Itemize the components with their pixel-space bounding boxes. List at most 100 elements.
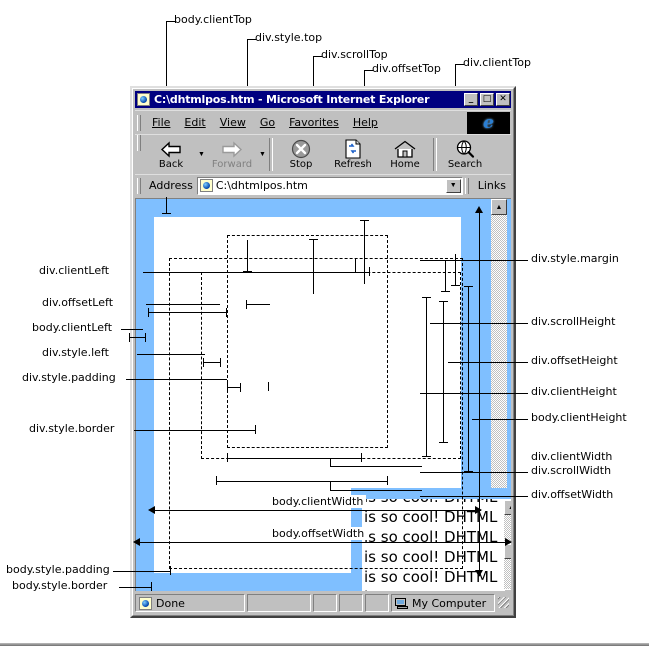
navigation-toolbar[interactable]: Back ▼ Forward ▼ Stop Refresh Home Searc… [135,134,511,174]
cap-div-clientwidth-a [227,453,228,462]
annotation-body-style-padding: body.style.padding [6,563,110,576]
leader-div-clientleft-2 [227,272,327,273]
annotation-div-style-margin: div.style.margin [531,252,619,265]
address-gripper[interactable] [137,177,141,194]
arrow-body-offsetwidth-right [505,538,512,546]
cap-div-style-left-b [220,358,221,367]
arrow-body-clientheight-up [475,206,483,213]
leader-div-clientleft-3 [327,272,369,273]
leader-body-clientheight [472,419,528,420]
leader-div-clienttop-elbow [455,64,464,65]
scroll-up-icon[interactable]: ▲ [491,199,507,215]
menu-item-file[interactable]: File [145,114,177,131]
status-panel-4 [365,594,389,612]
magnifier-globe-icon [455,139,475,159]
measure-div-style-left [203,362,220,363]
forward-history-caret-icon[interactable]: ▼ [258,135,267,174]
toolbar-forward-label: Forward [211,159,253,170]
close-button[interactable]: ✕ [496,93,510,106]
div-content-area: is so cool! DHTML is so cool! DHTML is s… [362,499,511,591]
cap-div-style-border [255,425,256,434]
measure-div-offsetwidth-h [216,481,388,482]
address-value: C:\dhtmlpos.htm [215,179,308,192]
chevron-down-icon[interactable]: ▼ [445,178,461,193]
arrow-body-clientwidth-right [475,506,482,514]
toolbar-search-button[interactable]: Search [439,135,491,174]
cap-div-offsetwidth-b [387,476,388,485]
leader-body-clientleft [121,329,143,330]
div-scroll-down-icon[interactable]: ▼ [504,589,511,591]
cap-div-clientheight-a [422,297,431,298]
status-text-panel: Done [135,594,245,612]
menu-item-edit[interactable]: Edit [177,114,212,131]
window-title: C:\dhtmlpos.htm - Microsoft Internet Exp… [154,93,430,106]
toolbar-separator-2 [433,138,437,171]
annotation-body-offsetwidth: body.offsetWidth [269,527,368,540]
measure-body-clientheight-v [479,208,480,576]
cap-div-clientleft-a [355,258,356,272]
window-controls[interactable]: _ □ ✕ [464,93,510,106]
leader-div-style-border [134,430,255,431]
address-input[interactable]: C:\dhtmlpos.htm ▼ [196,176,463,195]
annotation-div-style-top: div.style.top [255,31,323,44]
toolbar-refresh-label: Refresh [334,159,372,170]
menu-item-favorites[interactable]: Favorites [282,114,346,131]
left-arrow-icon [159,139,183,159]
resize-grip-icon[interactable] [497,596,511,610]
menu-item-help[interactable]: Help [346,114,385,131]
links-button[interactable]: Links [473,179,511,192]
annotation-div-scrolltop: div.scrollTop [321,48,388,61]
measure-div-clientheight-v [426,297,427,457]
security-zone-text: My Computer [412,596,487,610]
toolbar-back-button[interactable]: Back [145,135,197,174]
maximize-button[interactable]: □ [480,93,494,106]
leader-div-offsettop-elbow [364,70,373,71]
leader-body-style-padding [113,571,171,572]
annotation-div-offsetleft: div.offsetLeft [42,296,114,309]
refresh-page-icon [344,139,362,159]
toolbar-forward-button[interactable]: Forward [206,135,258,174]
minimize-button[interactable]: _ [464,93,478,106]
title-bar[interactable]: C:\dhtmlpos.htm - Microsoft Internet Exp… [135,91,511,108]
leader-div-clientleft [143,272,227,273]
div-vscroll-thumb[interactable] [504,544,511,559]
toolbar-home-button[interactable]: Home [379,135,431,174]
address-bar[interactable]: Address C:\dhtmlpos.htm ▼ Links [135,174,511,196]
menu-go-label: Go [259,116,276,129]
div-scroll-up-icon[interactable]: ▲ [504,500,511,515]
annotation-div-style-padding: div.style.padding [22,371,116,384]
leader-body-clienttop-elbow [166,21,175,22]
cap-div-clientheight-b [422,456,431,457]
menu-bar[interactable]: File Edit View Go Favorites Help e [135,110,511,134]
measure-div-scrollheight-v [443,301,444,443]
leader-div-offsetwidth-joinv [330,481,331,491]
toolbar-refresh-button[interactable]: Refresh [327,135,379,174]
measure-body-offsetwidth [136,542,511,543]
leader-div-style-padding [126,379,227,380]
annotation-div-style-border: div.style.border [29,422,115,435]
cap-div-clientleft-b [369,267,370,276]
annotation-div-clientleft: div.clientLeft [39,264,110,277]
menu-item-view[interactable]: View [213,114,253,131]
cap-div-clientwidth-b [361,453,362,462]
menu-view-label: View [219,116,246,129]
toolbar-separator [269,138,273,171]
leader-div-style-top-elbow [247,39,256,40]
toolbar-stop-button[interactable]: Stop [275,135,327,174]
progress-panel [247,594,311,612]
back-history-caret-icon[interactable]: ▼ [197,135,206,174]
leader-div-clientwidth-join [330,466,422,467]
tick-inner-b [268,382,269,391]
maximize-icon: □ [482,94,492,104]
menu-item-go[interactable]: Go [253,114,282,131]
menu-edit-label: Edit [184,116,206,129]
toolbar-gripper[interactable] [137,135,141,151]
menu-gripper[interactable] [137,114,141,131]
cap-div-scrollheight-a [439,301,448,302]
status-panel-3 [339,594,363,612]
figure-canvas: body.clientTop div.style.top div.scrollT… [0,0,649,646]
ie-logo-glyph: e [483,113,494,133]
leader-div-scrolltop-elbow [313,56,322,57]
links-gripper[interactable] [464,177,469,194]
tick-div-scrolltop-v [313,239,314,294]
